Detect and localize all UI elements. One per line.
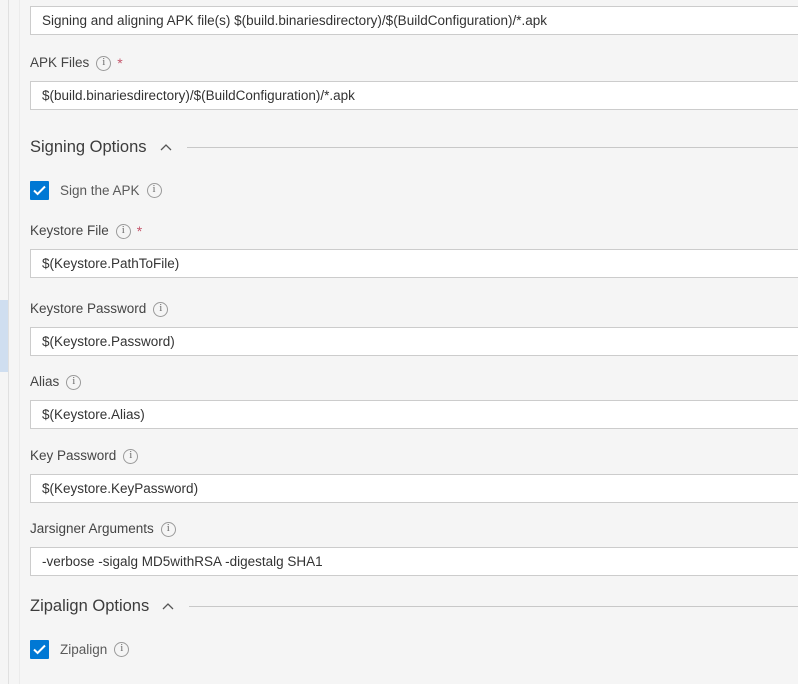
chevron-up-icon[interactable] xyxy=(159,141,173,155)
key-password-input[interactable] xyxy=(30,474,798,503)
sign-the-apk-label: Sign the APK xyxy=(60,183,140,198)
info-icon[interactable] xyxy=(123,448,139,464)
apk-files-input[interactable] xyxy=(30,81,798,110)
sign-the-apk-checkbox-row[interactable]: Sign the APK xyxy=(10,181,162,200)
info-icon[interactable] xyxy=(114,641,130,657)
zipalign-options-section-header[interactable]: Zipalign Options xyxy=(10,597,798,616)
jarsigner-arguments-label-text: Jarsigner Arguments xyxy=(30,521,154,536)
zipalign-checkbox-row[interactable]: Zipalign xyxy=(10,640,130,659)
info-icon[interactable] xyxy=(66,374,82,390)
task-settings-panel: APK Files * Signing Options Sign the APK… xyxy=(10,0,798,684)
section-divider xyxy=(189,606,798,607)
display-name-field xyxy=(10,6,798,35)
info-icon[interactable] xyxy=(153,301,169,317)
chevron-up-icon[interactable] xyxy=(161,600,175,614)
apk-files-label-text: APK Files xyxy=(30,55,90,70)
required-marker: * xyxy=(117,55,123,71)
zipalign-checkbox[interactable] xyxy=(30,640,49,659)
display-name-input[interactable] xyxy=(30,6,798,35)
info-icon[interactable] xyxy=(96,55,112,71)
vertical-scrollbar[interactable] xyxy=(0,0,9,684)
jarsigner-arguments-label: Jarsigner Arguments xyxy=(10,520,798,538)
jarsigner-arguments-field: Jarsigner Arguments xyxy=(10,520,798,576)
info-icon[interactable] xyxy=(160,521,176,537)
alias-label-text: Alias xyxy=(30,374,60,389)
sign-the-apk-checkbox[interactable] xyxy=(30,181,49,200)
apk-files-field: APK Files * xyxy=(10,54,798,110)
key-password-label-text: Key Password xyxy=(30,448,117,463)
keystore-file-label: Keystore File * xyxy=(10,222,798,240)
section-divider xyxy=(186,147,798,148)
signing-options-title: Signing Options xyxy=(30,138,147,156)
alias-label: Alias xyxy=(10,373,798,391)
signing-options-section-header[interactable]: Signing Options xyxy=(10,138,798,157)
alias-input[interactable] xyxy=(30,400,798,429)
keystore-file-input[interactable] xyxy=(30,249,798,278)
apk-files-label: APK Files * xyxy=(10,54,798,72)
keystore-password-label-text: Keystore Password xyxy=(30,301,147,316)
keystore-password-input[interactable] xyxy=(30,327,798,356)
zipalign-label: Zipalign xyxy=(60,642,108,657)
keystore-file-field: Keystore File * xyxy=(10,222,798,278)
keystore-file-label-text: Keystore File xyxy=(30,223,109,238)
jarsigner-arguments-input[interactable] xyxy=(30,547,798,576)
keystore-password-field: Keystore Password xyxy=(10,300,798,356)
zipalign-options-title: Zipalign Options xyxy=(30,597,150,615)
info-icon[interactable] xyxy=(146,182,162,198)
info-icon[interactable] xyxy=(115,223,131,239)
key-password-field: Key Password xyxy=(10,447,798,503)
required-marker: * xyxy=(136,223,143,239)
scrollbar-thumb[interactable] xyxy=(0,300,8,372)
keystore-password-label: Keystore Password xyxy=(10,300,798,318)
key-password-label: Key Password xyxy=(10,447,798,465)
alias-field: Alias xyxy=(10,373,798,429)
